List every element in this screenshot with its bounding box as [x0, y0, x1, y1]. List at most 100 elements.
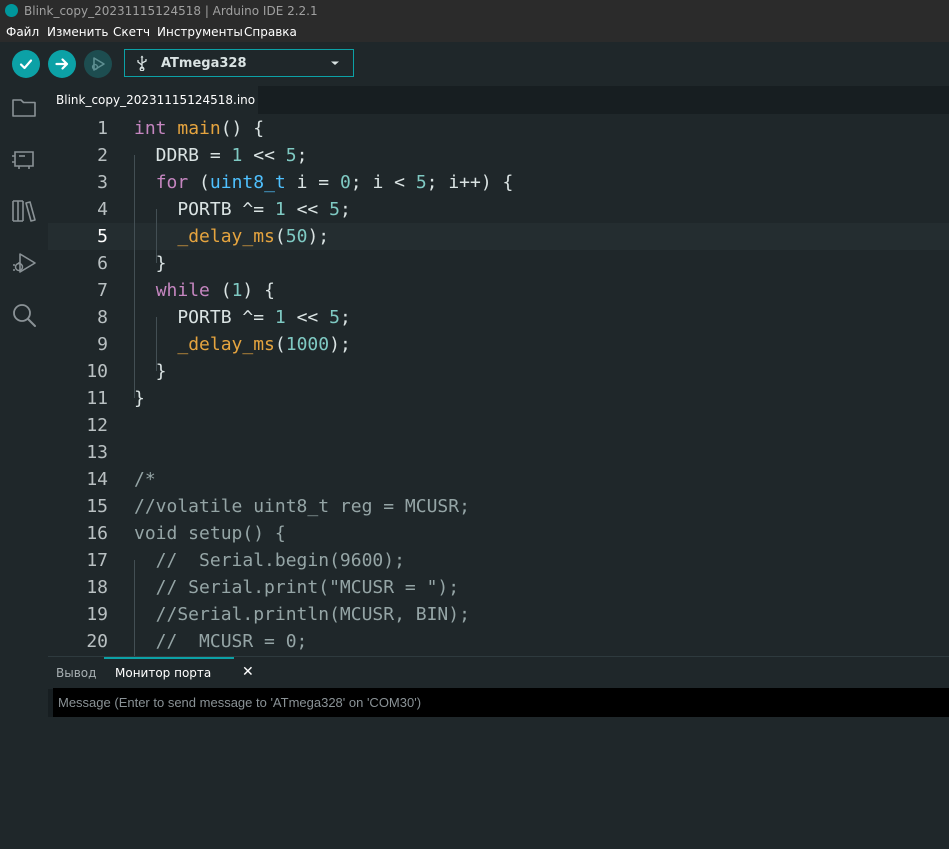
- indent-guide: [156, 236, 157, 263]
- library-icon[interactable]: [11, 198, 37, 224]
- code-token: 5: [329, 307, 340, 328]
- code-text: PORTB ^= 1 << 5;: [134, 199, 351, 220]
- code-line[interactable]: 6 }: [48, 250, 949, 277]
- code-token: for: [155, 172, 189, 193]
- code-token: ;: [296, 145, 308, 166]
- code-token: }: [134, 388, 145, 409]
- code-text: // Serial.print("MCUSR = ");: [134, 577, 459, 598]
- code-line[interactable]: 14 /*: [48, 466, 949, 493]
- menu-help[interactable]: Справка: [244, 25, 297, 39]
- code-line[interactable]: 17 // Serial.begin(9600);: [48, 547, 949, 574]
- code-token: <<: [285, 199, 330, 220]
- code-line[interactable]: 12: [48, 412, 949, 439]
- line-number: 18: [86, 577, 108, 598]
- code-text: //volatile uint8_t reg = MCUSR;: [134, 496, 470, 517]
- line-number: 9: [97, 334, 108, 355]
- code-token: DDRB =: [134, 145, 232, 166]
- code-line[interactable]: 20 // MCUSR = 0;: [48, 628, 949, 655]
- menu-tools[interactable]: Инструменты: [157, 25, 243, 39]
- menu-edit[interactable]: Изменить: [47, 25, 109, 39]
- code-line[interactable]: 5 _delay_ms(50);: [48, 223, 949, 250]
- indent-guide: [156, 209, 157, 236]
- code-token: (: [209, 280, 232, 301]
- indent-guide: [134, 155, 135, 398]
- code-text: }: [134, 361, 167, 382]
- title-bar: Blink_copy_20231115124518 | Arduino IDE …: [0, 0, 949, 22]
- debug-icon: [91, 57, 105, 71]
- folder-icon[interactable]: [11, 94, 37, 120]
- code-text: DDRB = 1 << 5;: [134, 145, 308, 166]
- code-token: (: [188, 172, 210, 193]
- verify-button[interactable]: [12, 50, 40, 78]
- boards-manager-icon[interactable]: [11, 146, 37, 172]
- line-number: 8: [97, 307, 108, 328]
- code-token: uint8_t: [209, 172, 286, 193]
- close-icon[interactable]: ✕: [242, 664, 254, 680]
- code-line[interactable]: 11}: [48, 385, 949, 412]
- arduino-logo-icon: [5, 4, 18, 17]
- code-text: while (1) {: [134, 280, 275, 301]
- code-token: ;: [339, 199, 351, 220]
- code-token: (: [274, 334, 286, 355]
- verify-icon: [19, 59, 33, 70]
- code-line[interactable]: 13: [48, 439, 949, 466]
- serial-message-input[interactable]: [53, 688, 949, 717]
- code-token: //Serial.println(MCUSR, BIN);: [134, 604, 470, 625]
- active-tab-indicator: [104, 657, 234, 659]
- usb-icon: [137, 55, 147, 71]
- code-token: 1: [231, 280, 243, 301]
- tab-sketch-file[interactable]: Blink_copy_20231115124518.ino: [48, 86, 258, 114]
- line-number: 14: [86, 469, 108, 490]
- code-token: 5: [329, 199, 340, 220]
- tab-output[interactable]: Вывод: [56, 666, 96, 680]
- line-number: 20: [86, 631, 108, 652]
- code-line[interactable]: 7 while (1) {: [48, 277, 949, 304]
- code-line[interactable]: 9 _delay_ms(1000);: [48, 331, 949, 358]
- code-token: ; i++) {: [426, 172, 514, 193]
- sidebar: [0, 86, 48, 849]
- debug-icon[interactable]: [11, 250, 37, 276]
- code-token: //volatile uint8_t reg = MCUSR;: [134, 496, 470, 517]
- menu-file[interactable]: Файл: [6, 25, 39, 39]
- code-token: int: [134, 118, 167, 139]
- code-line[interactable]: 4 PORTB ^= 1 << 5;: [48, 196, 949, 223]
- tab-label: Blink_copy_20231115124518.ino: [56, 93, 256, 107]
- upload-button[interactable]: [48, 50, 76, 78]
- line-number: 16: [86, 523, 108, 544]
- code-token: _delay_ms: [177, 334, 275, 355]
- upload-icon: [55, 58, 69, 70]
- code-token: void setup() {: [134, 523, 286, 544]
- code-line[interactable]: 16 void setup() {: [48, 520, 949, 547]
- code-token: // Serial.print("MCUSR = ");: [134, 577, 460, 598]
- code-line[interactable]: 3 for (uint8_t i = 0; i < 5; i++) {: [48, 169, 949, 196]
- code-editor[interactable]: 20 // MCUSR = 0; 19 //Serial.println(MCUS…: [48, 114, 949, 656]
- code-token: 1: [231, 145, 243, 166]
- debug-button[interactable]: [84, 50, 112, 78]
- code-line[interactable]: 10 }: [48, 358, 949, 385]
- code-token: );: [307, 226, 330, 247]
- code-text: PORTB ^= 1 << 5;: [134, 307, 350, 328]
- line-number: 5: [97, 226, 108, 247]
- code-token: <<: [285, 307, 330, 328]
- code-token: 0: [339, 172, 351, 193]
- code-text: //Serial.println(MCUSR, BIN);: [134, 604, 470, 625]
- chevron-down-icon: [331, 61, 339, 65]
- serial-monitor-output: [48, 717, 949, 849]
- code-line[interactable]: 18 // Serial.print("MCUSR = ");: [48, 574, 949, 601]
- code-line[interactable]: 1 int main() {: [48, 115, 949, 142]
- search-icon[interactable]: [11, 302, 37, 328]
- menu-bar: Файл Изменить Скетч Инструменты Справка: [0, 22, 949, 42]
- code-line[interactable]: 19 //Serial.println(MCUSR, BIN);: [48, 601, 949, 628]
- editor-tabs: Blink_copy_20231115124518.ino: [48, 86, 949, 114]
- code-token: ; i <: [350, 172, 416, 193]
- code-line[interactable]: 15 //volatile uint8_t reg = MCUSR;: [48, 493, 949, 520]
- serial-message-bar: [53, 688, 949, 717]
- window-title: Blink_copy_20231115124518 | Arduino IDE …: [24, 4, 318, 18]
- code-token: main: [177, 118, 221, 139]
- line-number: 6: [97, 253, 108, 274]
- board-selector[interactable]: ATmega328: [124, 49, 354, 77]
- code-line[interactable]: 8 PORTB ^= 1 << 5;: [48, 304, 949, 331]
- tab-serial-monitor[interactable]: Монитор порта: [115, 666, 211, 680]
- menu-sketch[interactable]: Скетч: [113, 25, 150, 39]
- code-line[interactable]: 2 DDRB = 1 << 5;: [48, 142, 949, 169]
